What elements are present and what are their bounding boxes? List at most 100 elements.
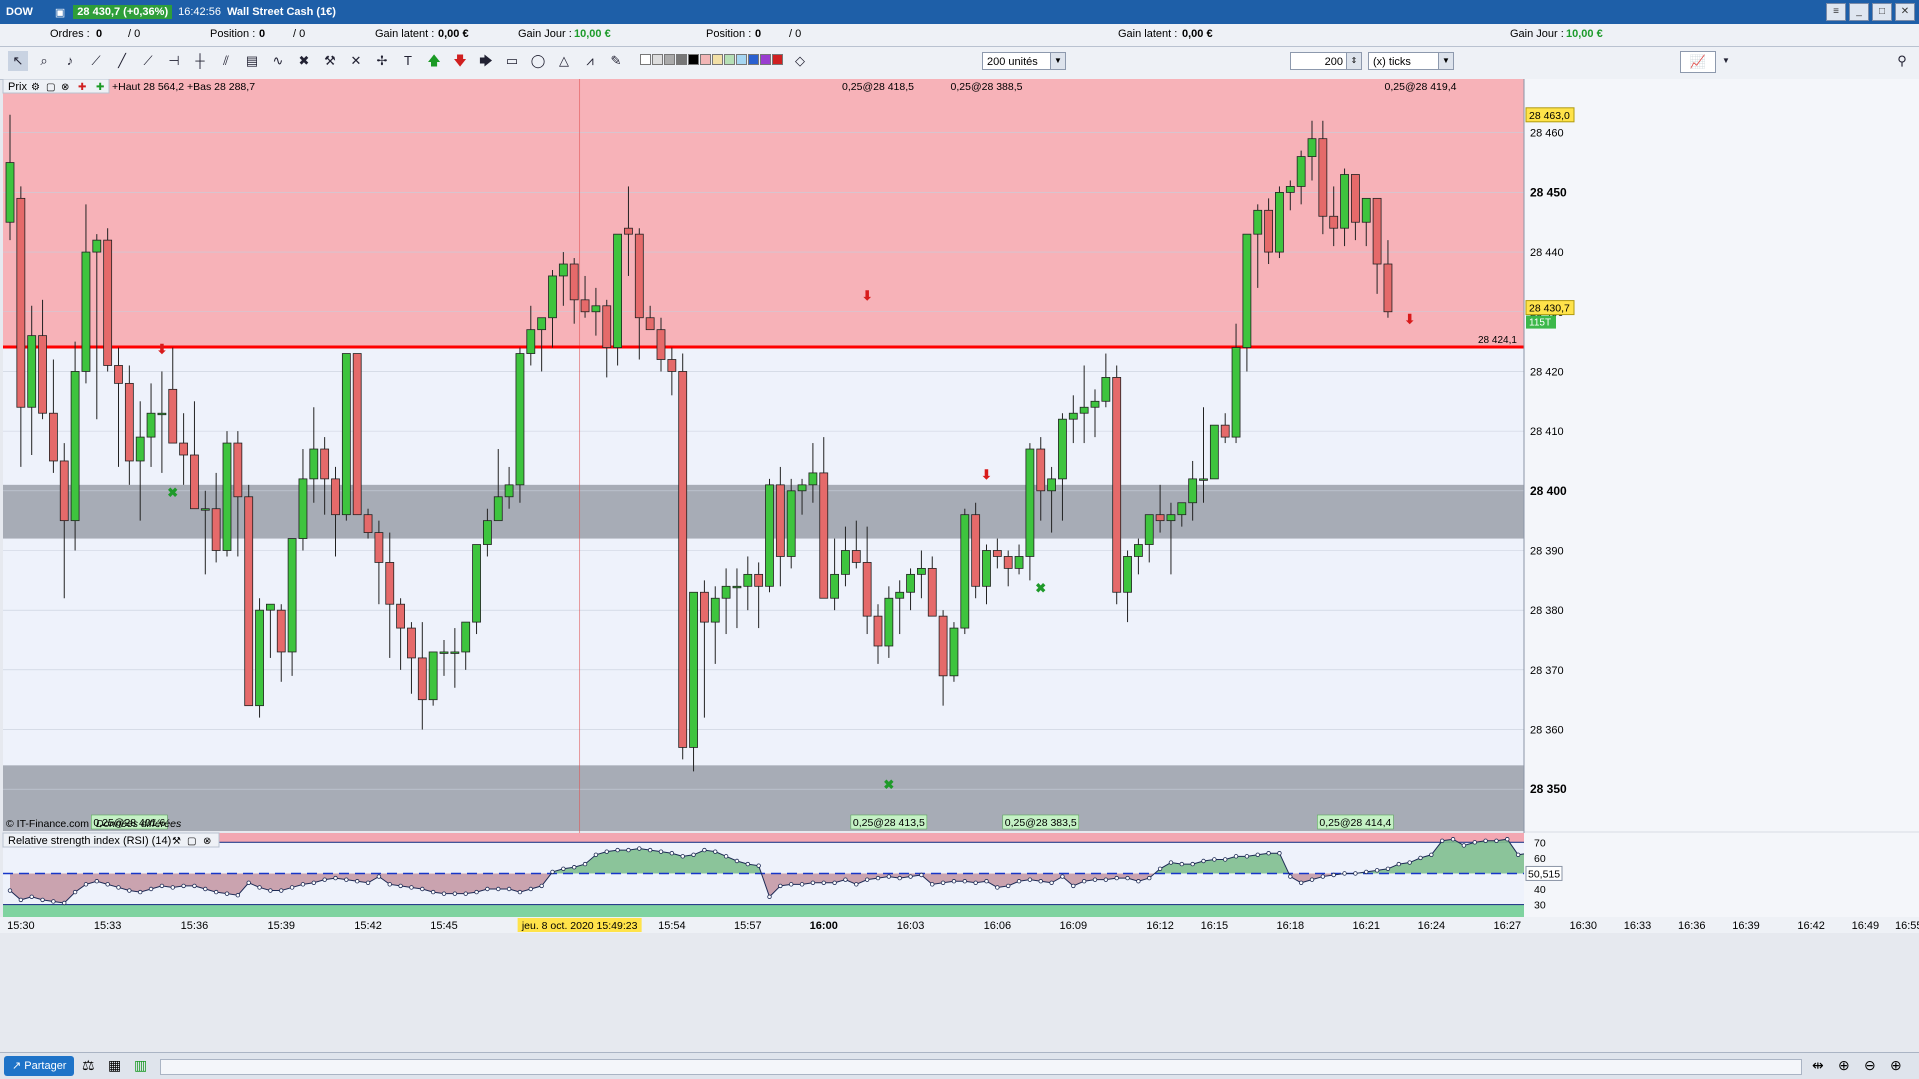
zoom-icon[interactable]: ⌕ [34, 51, 54, 71]
info-icon[interactable]: ▣ [55, 6, 65, 19]
window-icon[interactable]: ▢ [46, 82, 55, 93]
candle [765, 478, 774, 593]
time-tick: 16:33 [1624, 920, 1652, 932]
price-tick: 28 380 [1530, 605, 1564, 617]
zoom-in-icon[interactable]: ⊕ [1890, 1057, 1902, 1074]
chart-area[interactable]: 28 424,1⬇⬇⬇⬇⬇⬇⬇✖✖✖✖✖0,25@28 418,50,25@28… [0, 79, 1919, 1051]
rsi-point [886, 874, 892, 879]
stepper-icon[interactable]: ⇕ [1346, 53, 1361, 69]
rsi-point [1494, 838, 1499, 843]
text-icon[interactable]: T [398, 51, 418, 71]
chevron-down-icon[interactable]: ▼ [1050, 53, 1065, 69]
rsi-point [148, 886, 154, 892]
arrow-up-icon[interactable]: 🡅 [424, 51, 444, 71]
add-indicator-icon[interactable]: ✚ [78, 82, 86, 93]
zoom-fit-icon[interactable]: ⇹ [1812, 1057, 1824, 1074]
color-swatch-lightblue[interactable] [736, 54, 747, 65]
candle-body [602, 305, 612, 348]
units-select-value: 200 unités [987, 56, 1038, 68]
units-select[interactable]: 200 unités ▼ [982, 52, 1066, 70]
color-swatch-lightgray[interactable] [652, 54, 663, 65]
calculator-icon[interactable]: ▦ [108, 1057, 121, 1074]
position-sep: / 0 [293, 28, 306, 40]
ruler-tool-icon[interactable]: ⚖ [82, 1057, 95, 1074]
symbol-label[interactable]: DOW [6, 6, 33, 18]
magnet-icon[interactable]: ⚒ [320, 51, 340, 71]
rsi-point [995, 885, 1000, 890]
candle-body [461, 621, 471, 653]
chart-type-icon[interactable]: 📈 [1680, 51, 1716, 73]
arrow-right-icon[interactable]: 🡆 [476, 51, 496, 71]
zigzag-icon[interactable]: ⩘ [580, 51, 600, 71]
candle [1275, 186, 1284, 259]
chevron-down-icon[interactable]: ▼ [1716, 51, 1736, 71]
color-swatch-black[interactable] [688, 54, 699, 65]
settings-icon[interactable]: ⚙ [31, 82, 40, 93]
zoom-out-icon[interactable]: ⊖ [1864, 1057, 1876, 1074]
close-icon[interactable]: ✕ [1895, 3, 1915, 21]
chevron-down-icon[interactable]: ▼ [1438, 53, 1453, 69]
candle-body [27, 335, 37, 408]
color-swatch-lightgreen[interactable] [724, 54, 735, 65]
candle-body [591, 305, 601, 313]
color-swatch-red[interactable] [772, 54, 783, 65]
minimize-icon[interactable]: _ [1849, 3, 1869, 21]
pencil-icon[interactable]: ✎ [606, 51, 626, 71]
rsi-panel: 70 60 40 30 50,515 [3, 833, 1919, 917]
horizontal-line-icon[interactable]: ⊣ [164, 51, 184, 71]
alert-bell-icon[interactable]: ♪ [60, 51, 80, 71]
candle-body [363, 514, 373, 533]
time-tick: 16:30 [1569, 920, 1597, 932]
rsi-point [1450, 837, 1456, 842]
close-icon[interactable]: ⊗ [203, 836, 211, 847]
maximize-icon[interactable]: □ [1872, 3, 1892, 21]
ticks-input[interactable]: 200 ⇕ [1290, 52, 1362, 70]
fibonacci-icon[interactable]: ▤ [242, 51, 262, 71]
vertical-line-icon[interactable]: ┼ [190, 51, 210, 71]
color-swatch-pink[interactable] [700, 54, 711, 65]
arrow-down-icon[interactable]: 🡇 [450, 51, 470, 71]
candle-body [1134, 544, 1143, 557]
ellipse-icon[interactable]: ◯ [528, 51, 548, 71]
color-swatch-white[interactable] [640, 54, 651, 65]
horizontal-scrollbar[interactable] [160, 1059, 1802, 1075]
rsi-point [973, 880, 978, 885]
share-button[interactable]: ↗ Partager [4, 1056, 75, 1076]
high-low-stats: +Haut 28 564,2 +Bas 28 288,7 [112, 81, 255, 93]
ray-icon[interactable]: ⟋ [138, 51, 158, 71]
pointer-icon[interactable]: ↖ [8, 51, 28, 71]
close-icon[interactable]: ⊗ [61, 82, 69, 93]
fan-icon[interactable]: ✢ [372, 51, 392, 71]
grid-icon[interactable]: ▥ [134, 1057, 147, 1074]
eraser-icon[interactable]: ◇ [790, 51, 810, 71]
rectangle-icon[interactable]: ▭ [502, 51, 522, 71]
trash-icon[interactable]: ✖ [294, 51, 314, 71]
ruler-icon[interactable]: ⟋ [86, 51, 106, 71]
color-swatch-gray[interactable] [664, 54, 675, 65]
triangle-icon[interactable]: △ [554, 51, 574, 71]
rsi-point [376, 874, 382, 879]
candle [255, 598, 264, 718]
rsi-point [1060, 874, 1065, 879]
cross-icon[interactable]: ✕ [346, 51, 366, 71]
time-tick: 15:39 [267, 920, 295, 932]
candle [472, 544, 481, 635]
ticks-select[interactable]: (x) ticks ▼ [1368, 52, 1454, 70]
color-swatch-darkgray[interactable] [676, 54, 687, 65]
candle-body [634, 233, 644, 319]
candle-body [1242, 233, 1252, 348]
add-icon[interactable]: ✚ [96, 82, 104, 93]
zoom-reset-icon[interactable]: ⊕ [1838, 1057, 1850, 1074]
color-swatch-blue[interactable] [748, 54, 759, 65]
pink-zone [3, 79, 1524, 347]
list-icon[interactable]: ≡ [1826, 3, 1846, 21]
color-swatch-beige[interactable] [712, 54, 723, 65]
window-icon[interactable]: ▢ [187, 836, 196, 847]
color-swatch-purple[interactable] [760, 54, 771, 65]
line-icon[interactable]: ╱ [112, 51, 132, 71]
wrench-icon[interactable]: ⚒ [172, 836, 181, 847]
wave-icon[interactable]: ∿ [268, 51, 288, 71]
channel-icon[interactable]: ⫽ [216, 51, 236, 71]
rsi-point [680, 854, 685, 859]
pin-icon[interactable]: ⚲ [1892, 51, 1912, 71]
